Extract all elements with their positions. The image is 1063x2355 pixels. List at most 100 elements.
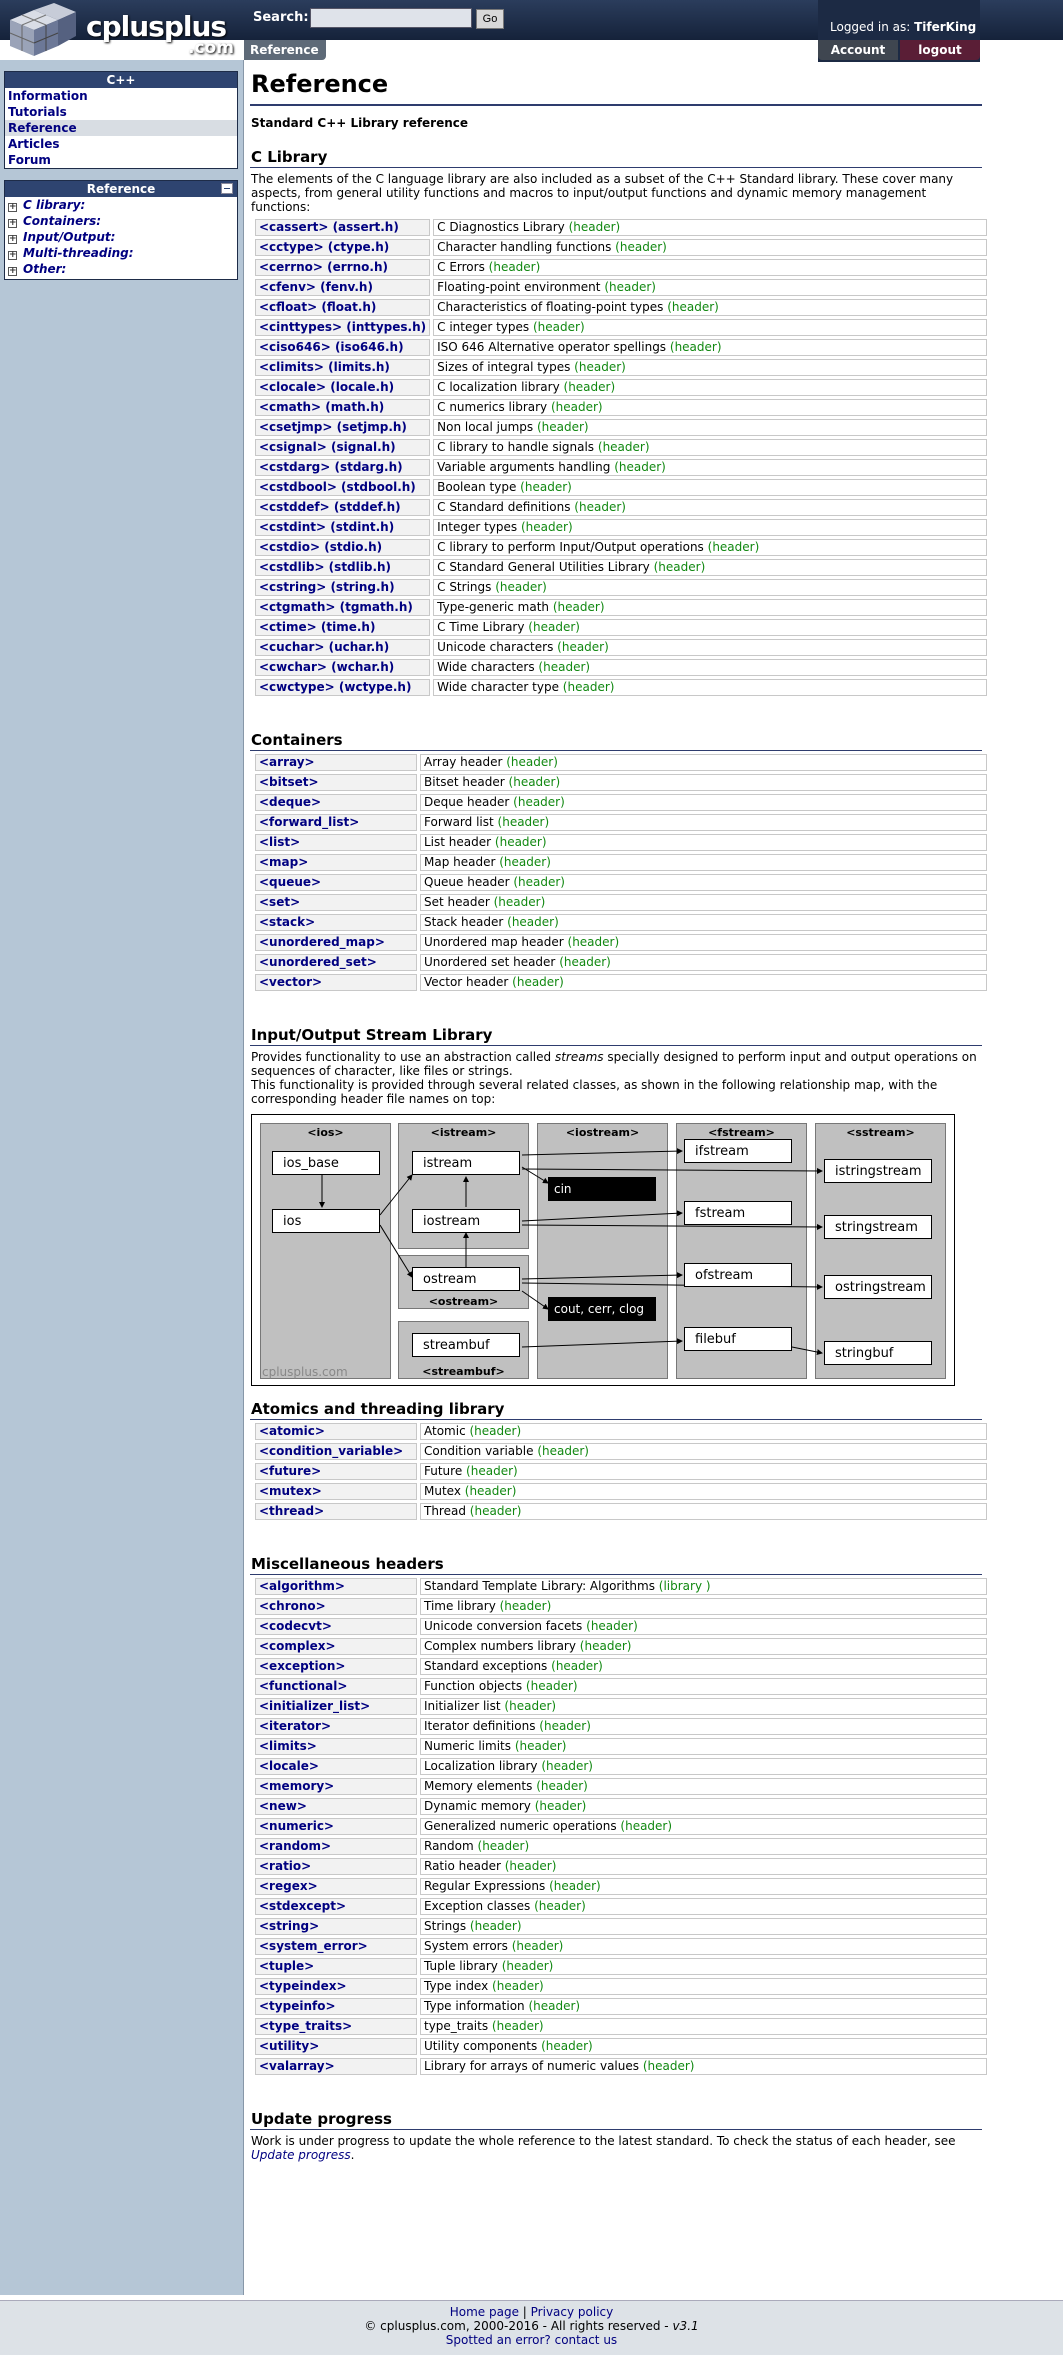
sidebar-item-other[interactable]: + Other: (5, 261, 237, 277)
header-link[interactable]: <ctime> (time.h) (259, 620, 375, 634)
node-fstream: fstream (684, 1201, 792, 1225)
header-link[interactable]: <ratio> (259, 1859, 311, 1873)
header-link[interactable]: <cuchar> (uchar.h) (259, 640, 389, 654)
header-link[interactable]: <stack> (259, 915, 315, 929)
sidebar-item-tutorials[interactable]: Tutorials (5, 104, 237, 120)
sidebar-item-forum[interactable]: Forum (5, 152, 237, 168)
header-link[interactable]: <typeinfo> (259, 1999, 336, 2013)
header-link[interactable]: <stdexcept> (259, 1899, 346, 1913)
header-description-cell: Time library (header) (420, 1598, 987, 1615)
privacy-policy-link[interactable]: Privacy policy (531, 2305, 614, 2319)
report-error-link[interactable]: Spotted an error? contact us (446, 2333, 617, 2347)
header-link[interactable]: <iterator> (259, 1719, 331, 1733)
header-link[interactable]: <cwctype> (wctype.h) (259, 680, 411, 694)
header-link[interactable]: <cstddef> (stddef.h) (259, 500, 401, 514)
header-link[interactable]: <bitset> (259, 775, 319, 789)
header-link[interactable]: <regex> (259, 1879, 318, 1893)
search-input[interactable] (310, 8, 472, 28)
header-link[interactable]: <queue> (259, 875, 321, 889)
header-link[interactable]: <cstdbool> (stdbool.h) (259, 480, 416, 494)
header-link[interactable]: <algorithm> (259, 1579, 345, 1593)
header-link[interactable]: <cmath> (math.h) (259, 400, 384, 414)
header-type-tag: (header) (567, 935, 620, 949)
header-link[interactable]: <condition_variable> (259, 1444, 403, 1458)
sidebar-item-input-output[interactable]: + Input/Output: (5, 229, 237, 245)
header-link[interactable]: <new> (259, 1799, 307, 1813)
header-link[interactable]: <map> (259, 855, 308, 869)
header-link[interactable]: <cstdlib> (stdlib.h) (259, 560, 391, 574)
header-link[interactable]: <ciso646> (iso646.h) (259, 340, 404, 354)
header-link[interactable]: <future> (259, 1464, 321, 1478)
home-page-link[interactable]: Home page (450, 2305, 519, 2319)
header-link[interactable]: <exception> (259, 1659, 345, 1673)
table-row: <type_traits> type_traits (header) (255, 2018, 987, 2035)
header-link[interactable]: <ctgmath> (tgmath.h) (259, 600, 413, 614)
header-link[interactable]: <cfenv> (fenv.h) (259, 280, 373, 294)
header-link[interactable]: <initializer_list> (259, 1699, 370, 1713)
site-logo[interactable]: cplusplus .com (0, 0, 240, 60)
header-link[interactable]: <cassert> (assert.h) (259, 220, 399, 234)
header-link[interactable]: <cstdio> (stdio.h) (259, 540, 382, 554)
search-go-button[interactable]: Go (476, 9, 504, 29)
header-link[interactable]: <typeindex> (259, 1979, 347, 1993)
header-link[interactable]: <vector> (259, 975, 322, 989)
header-link[interactable]: <numeric> (259, 1819, 334, 1833)
header-link[interactable]: <string> (259, 1919, 319, 1933)
header-link[interactable]: <thread> (259, 1504, 324, 1518)
header-link[interactable]: <list> (259, 835, 300, 849)
header-type-tag: (header) (534, 1899, 586, 1913)
header-link[interactable]: <clocale> (locale.h) (259, 380, 394, 394)
header-link[interactable]: <unordered_map> (259, 935, 385, 949)
header-link[interactable]: <chrono> (259, 1599, 326, 1613)
header-link[interactable]: <set> (259, 895, 300, 909)
header-link[interactable]: <cfloat> (float.h) (259, 300, 376, 314)
expand-icon[interactable]: + (8, 251, 17, 260)
header-link[interactable]: <deque> (259, 795, 321, 809)
header-link[interactable]: <array> (259, 755, 315, 769)
header-link[interactable]: <utility> (259, 2039, 319, 2053)
header-link[interactable]: <mutex> (259, 1484, 322, 1498)
header-link[interactable]: <functional> (259, 1679, 347, 1693)
header-type-tag: (header) (520, 480, 572, 494)
account-button[interactable]: Account (818, 40, 898, 60)
sidebar-item-reference[interactable]: Reference (5, 120, 237, 136)
header-link[interactable]: <cwchar> (wchar.h) (259, 660, 394, 674)
collapse-icon[interactable] (221, 183, 233, 194)
header-link[interactable]: <cctype> (ctype.h) (259, 240, 389, 254)
expand-icon[interactable]: + (8, 219, 17, 228)
header-link[interactable]: <random> (259, 1839, 331, 1853)
sidebar-item-containers[interactable]: + Containers: (5, 213, 237, 229)
sidebar-item-information[interactable]: Information (5, 88, 237, 104)
header-link[interactable]: <locale> (259, 1759, 319, 1773)
header-link[interactable]: <type_traits> (259, 2019, 352, 2033)
header-link[interactable]: <cstdint> (stdint.h) (259, 520, 394, 534)
header-link[interactable]: <forward_list> (259, 815, 359, 829)
header-link[interactable]: <codecvt> (259, 1619, 332, 1633)
header-link[interactable]: <csignal> (signal.h) (259, 440, 396, 454)
header-link[interactable]: <cerrno> (errno.h) (259, 260, 388, 274)
sidebar-item-c-library[interactable]: + C library: (5, 197, 237, 213)
header-link[interactable]: <cstring> (string.h) (259, 580, 395, 594)
logout-button[interactable]: logout (900, 40, 980, 60)
header-link[interactable]: <cstdarg> (stdarg.h) (259, 460, 403, 474)
header-link[interactable]: <system_error> (259, 1939, 368, 1953)
expand-icon[interactable]: + (8, 267, 17, 276)
header-link[interactable]: <atomic> (259, 1424, 325, 1438)
expand-icon[interactable]: + (8, 235, 17, 244)
sidebar-item-multi-threading[interactable]: + Multi-threading: (5, 245, 237, 261)
username[interactable]: TiferKing (914, 20, 976, 34)
header-link[interactable]: <valarray> (259, 2059, 335, 2073)
header-link[interactable]: <unordered_set> (259, 955, 377, 969)
header-link[interactable]: <limits> (259, 1739, 317, 1753)
header-link[interactable]: <memory> (259, 1779, 334, 1793)
current-section-tab[interactable]: Reference (244, 40, 326, 60)
update-progress-link[interactable]: Update progress (251, 2148, 351, 2162)
expand-icon[interactable]: + (8, 203, 17, 212)
sidebar-item-articles[interactable]: Articles (5, 136, 237, 152)
header-link[interactable]: <csetjmp> (setjmp.h) (259, 420, 407, 434)
section-description: Provides functionality to use an abstrac… (251, 1050, 981, 1078)
header-link[interactable]: <complex> (259, 1639, 336, 1653)
header-link[interactable]: <climits> (limits.h) (259, 360, 390, 374)
header-link[interactable]: <cinttypes> (inttypes.h) (259, 320, 426, 334)
header-link[interactable]: <tuple> (259, 1959, 314, 1973)
